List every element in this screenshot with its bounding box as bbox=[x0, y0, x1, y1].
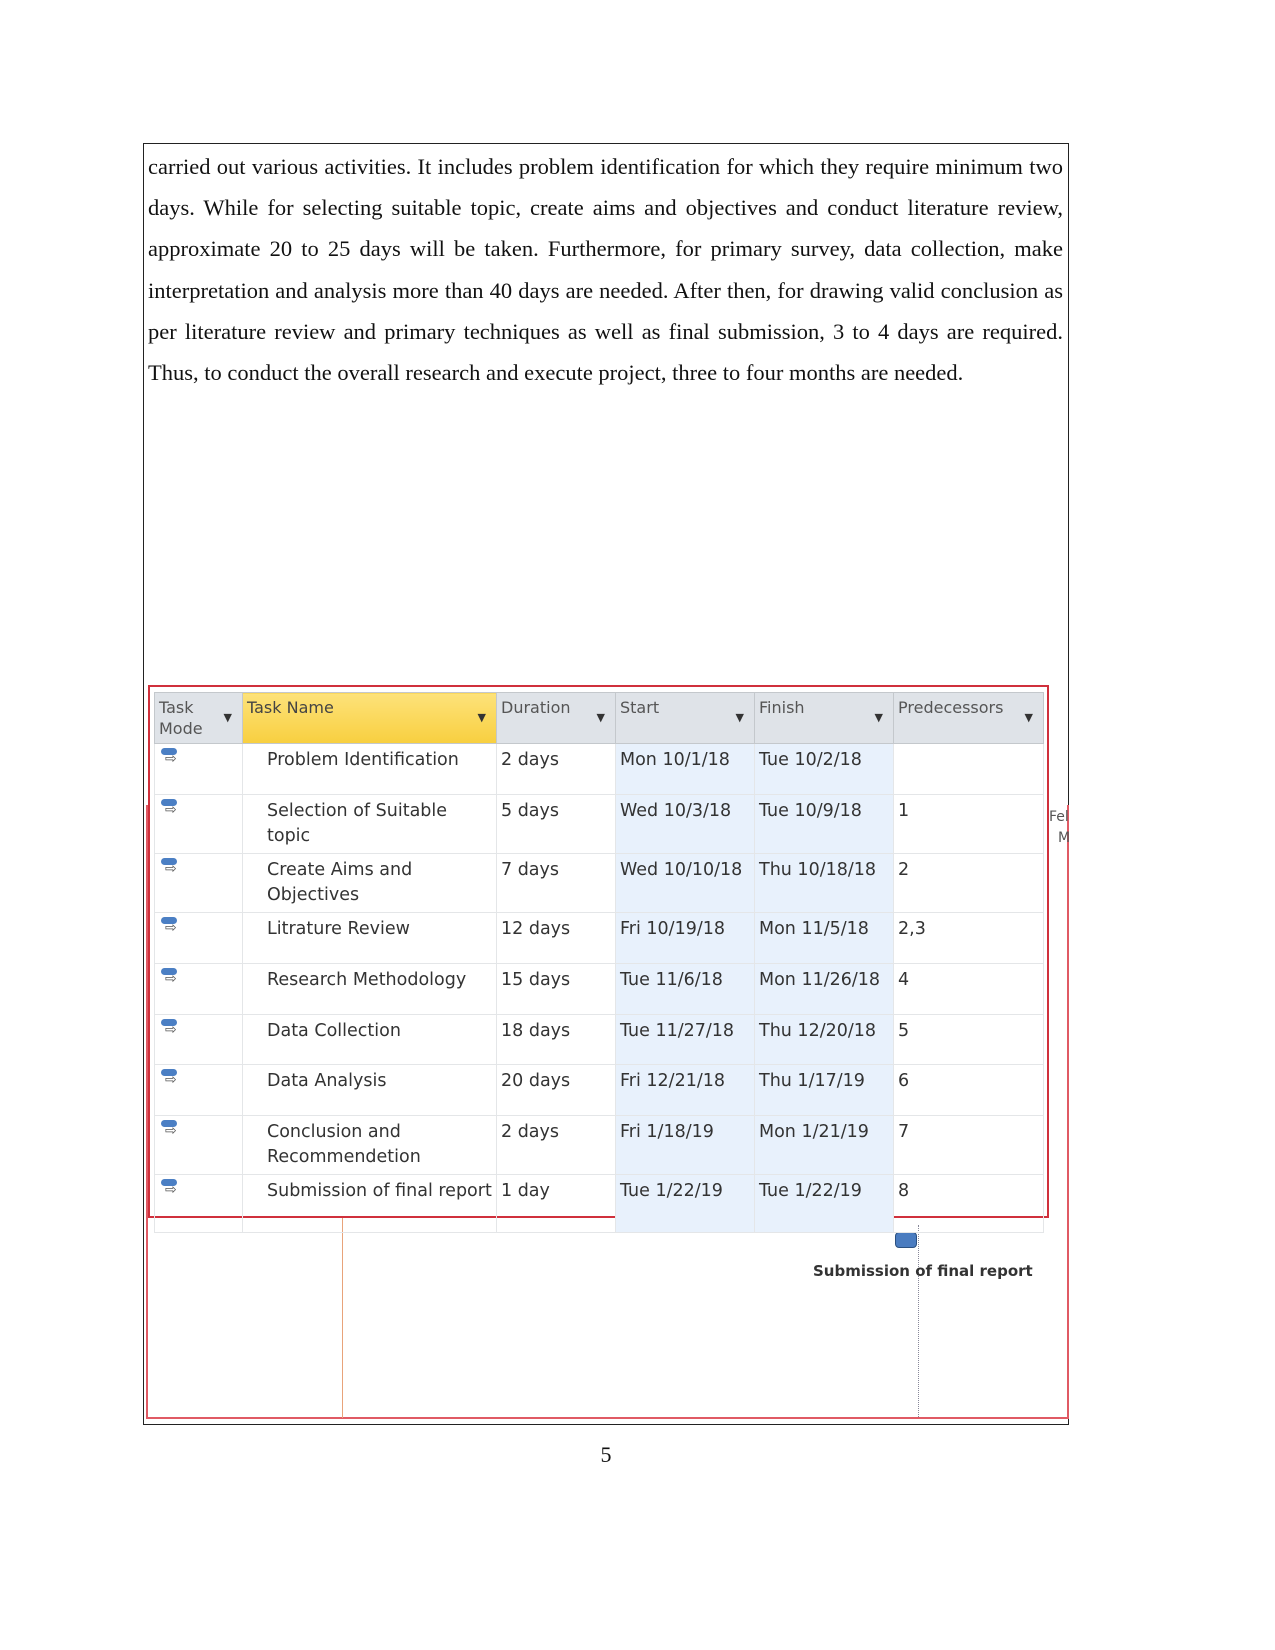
task-name-cell[interactable]: Litrature Review bbox=[242, 912, 497, 964]
header-task-mode[interactable]: Task Mode ▼ bbox=[154, 692, 243, 744]
finish-cell[interactable]: Tue 10/9/18 bbox=[754, 794, 894, 854]
task-name-cell[interactable]: Conclusion and Recommendetion bbox=[242, 1115, 497, 1175]
finish-cell[interactable]: Tue 1/22/19 bbox=[754, 1174, 894, 1233]
predecessors-cell[interactable]: 4 bbox=[893, 963, 1044, 1015]
header-duration[interactable]: Duration ▼ bbox=[496, 692, 616, 744]
duration-cell[interactable]: 20 days bbox=[496, 1064, 616, 1116]
project-schedule-table: Task Mode ▼ Task Name ▼ Duration ▼ Start ▼ F… bbox=[148, 685, 1049, 1233]
auto-scheduled-task-icon: ⇨ bbox=[159, 1019, 181, 1041]
gantt-task-bar bbox=[895, 1232, 917, 1248]
task-mode-cell: ⇨ bbox=[154, 1115, 243, 1175]
task-name-cell[interactable]: Data Collection bbox=[242, 1014, 497, 1065]
task-mode-cell: ⇨ bbox=[154, 853, 243, 913]
start-cell[interactable]: Fri 1/18/19 bbox=[615, 1115, 755, 1175]
predecessors-cell[interactable]: 2 bbox=[893, 853, 1044, 913]
predecessors-cell[interactable]: 1 bbox=[893, 794, 1044, 854]
finish-cell[interactable]: Thu 1/17/19 bbox=[754, 1064, 894, 1116]
table-row[interactable]: ⇨ Data Collection 18 days Tue 11/27/18 T… bbox=[154, 1014, 1044, 1065]
dropdown-arrow-icon[interactable]: ▼ bbox=[597, 707, 605, 728]
task-name-cell[interactable]: Data Analysis bbox=[242, 1064, 497, 1116]
predecessors-cell[interactable]: 2,3 bbox=[893, 912, 1044, 964]
gantt-divider bbox=[342, 1215, 343, 1418]
dropdown-arrow-icon[interactable]: ▼ bbox=[736, 707, 744, 728]
page-number: 5 bbox=[600, 1442, 612, 1467]
finish-cell[interactable]: Thu 10/18/18 bbox=[754, 853, 894, 913]
auto-scheduled-task-icon: ⇨ bbox=[159, 858, 181, 880]
finish-cell[interactable]: Tue 10/2/18 bbox=[754, 743, 894, 795]
start-cell[interactable]: Wed 10/10/18 bbox=[615, 853, 755, 913]
table-row[interactable]: ⇨ Problem Identification 2 days Mon 10/1… bbox=[154, 743, 1044, 795]
table-row[interactable]: ⇨ Conclusion and Recommendetion 2 days F… bbox=[154, 1115, 1044, 1175]
duration-cell[interactable]: 2 days bbox=[496, 1115, 616, 1175]
duration-cell[interactable]: 2 days bbox=[496, 743, 616, 795]
finish-cell[interactable]: Mon 11/5/18 bbox=[754, 912, 894, 964]
task-name-cell[interactable]: Create Aims and Objectives bbox=[242, 853, 497, 913]
task-name-cell[interactable]: Research Methodology bbox=[242, 963, 497, 1015]
dropdown-arrow-icon[interactable]: ▼ bbox=[224, 707, 232, 728]
gantt-timescale-fragment: M bbox=[1058, 830, 1071, 846]
start-cell[interactable]: Fri 10/19/18 bbox=[615, 912, 755, 964]
auto-scheduled-task-icon: ⇨ bbox=[159, 799, 181, 821]
dropdown-arrow-icon[interactable]: ▼ bbox=[1025, 707, 1033, 728]
table-row[interactable]: ⇨ Litrature Review 12 days Fri 10/19/18 … bbox=[154, 912, 1044, 964]
start-cell[interactable]: Tue 1/22/19 bbox=[615, 1174, 755, 1233]
auto-scheduled-task-icon: ⇨ bbox=[159, 1069, 181, 1091]
predecessors-cell[interactable]: 8 bbox=[893, 1174, 1044, 1233]
auto-scheduled-task-icon: ⇨ bbox=[159, 1120, 181, 1142]
header-start[interactable]: Start ▼ bbox=[615, 692, 755, 744]
table-row[interactable]: ⇨ Submission of final report 1 day Tue 1… bbox=[154, 1174, 1044, 1233]
duration-cell[interactable]: 15 days bbox=[496, 963, 616, 1015]
predecessors-cell[interactable]: 6 bbox=[893, 1064, 1044, 1116]
header-finish[interactable]: Finish ▼ bbox=[754, 692, 894, 744]
auto-scheduled-task-icon: ⇨ bbox=[159, 917, 181, 939]
header-predecessors[interactable]: Predecessors ▼ bbox=[893, 692, 1044, 744]
header-task-name[interactable]: Task Name ▼ bbox=[242, 692, 497, 744]
duration-cell[interactable]: 5 days bbox=[496, 794, 616, 854]
task-mode-cell: ⇨ bbox=[154, 1014, 243, 1065]
task-mode-cell: ⇨ bbox=[154, 1064, 243, 1116]
task-name-cell[interactable]: Selection of Suitable topic bbox=[242, 794, 497, 854]
auto-scheduled-task-icon: ⇨ bbox=[159, 748, 181, 770]
dropdown-arrow-icon[interactable]: ▼ bbox=[875, 707, 883, 728]
task-name-cell[interactable]: Submission of final report bbox=[242, 1174, 497, 1233]
start-cell[interactable]: Fri 12/21/18 bbox=[615, 1064, 755, 1116]
task-mode-cell: ⇨ bbox=[154, 1174, 243, 1233]
start-cell[interactable]: Wed 10/3/18 bbox=[615, 794, 755, 854]
table-row[interactable]: ⇨ Selection of Suitable topic 5 days Wed… bbox=[154, 794, 1044, 854]
task-mode-cell: ⇨ bbox=[154, 963, 243, 1015]
gantt-milestone-label: Submission of final report bbox=[813, 1262, 1033, 1280]
dropdown-arrow-icon[interactable]: ▼ bbox=[478, 707, 486, 728]
auto-scheduled-task-icon: ⇨ bbox=[159, 968, 181, 990]
finish-cell[interactable]: Thu 12/20/18 bbox=[754, 1014, 894, 1065]
document-page: carried out various activities. It inclu… bbox=[0, 0, 1275, 1650]
start-cell[interactable]: Tue 11/6/18 bbox=[615, 963, 755, 1015]
task-mode-cell: ⇨ bbox=[154, 743, 243, 795]
body-paragraph: carried out various activities. It inclu… bbox=[148, 154, 1063, 386]
duration-cell[interactable]: 18 days bbox=[496, 1014, 616, 1065]
table-row[interactable]: ⇨ Create Aims and Objectives 7 days Wed … bbox=[154, 853, 1044, 913]
gantt-timescale-fragment: Fel bbox=[1049, 809, 1069, 825]
gantt-dotted-line bbox=[918, 1225, 919, 1417]
table-row[interactable]: ⇨ Data Analysis 20 days Fri 12/21/18 Thu… bbox=[154, 1064, 1044, 1116]
auto-scheduled-task-icon: ⇨ bbox=[159, 1179, 181, 1201]
predecessors-cell[interactable]: 5 bbox=[893, 1014, 1044, 1065]
start-cell[interactable]: Tue 11/27/18 bbox=[615, 1014, 755, 1065]
task-mode-cell: ⇨ bbox=[154, 794, 243, 854]
duration-cell[interactable]: 1 day bbox=[496, 1174, 616, 1233]
task-mode-cell: ⇨ bbox=[154, 912, 243, 964]
table-header-row: Task Mode ▼ Task Name ▼ Duration ▼ Start ▼ F… bbox=[154, 692, 1044, 744]
table-row[interactable]: ⇨ Research Methodology 15 days Tue 11/6/… bbox=[154, 963, 1044, 1015]
finish-cell[interactable]: Mon 11/26/18 bbox=[754, 963, 894, 1015]
task-name-cell[interactable]: Problem Identification bbox=[242, 743, 497, 795]
duration-cell[interactable]: 7 days bbox=[496, 853, 616, 913]
finish-cell[interactable]: Mon 1/21/19 bbox=[754, 1115, 894, 1175]
predecessors-cell[interactable]: 7 bbox=[893, 1115, 1044, 1175]
predecessors-cell[interactable] bbox=[893, 743, 1044, 795]
start-cell[interactable]: Mon 10/1/18 bbox=[615, 743, 755, 795]
duration-cell[interactable]: 12 days bbox=[496, 912, 616, 964]
